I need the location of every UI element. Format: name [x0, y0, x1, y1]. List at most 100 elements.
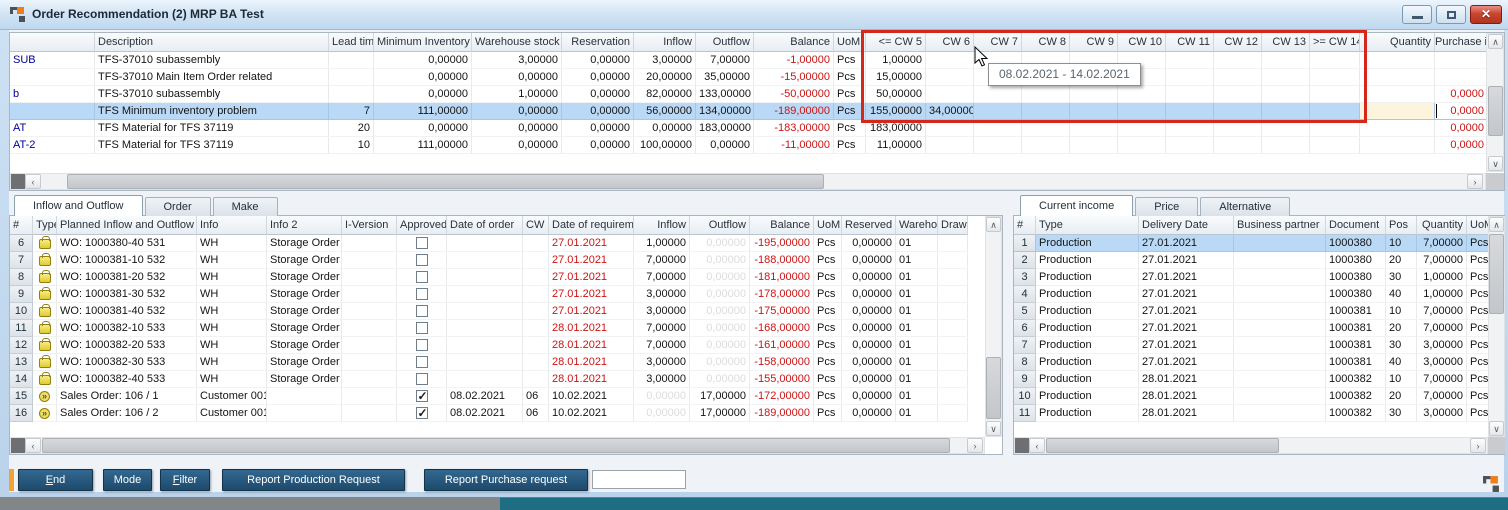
scroll-right-icon[interactable]: ›: [967, 438, 983, 453]
bl-header-balance[interactable]: Balance: [750, 216, 814, 235]
br-cell-quantity[interactable]: 7,00000: [1417, 235, 1467, 252]
bl-cell-info2[interactable]: [267, 388, 342, 405]
scroll-left-icon[interactable]: ‹: [25, 438, 41, 453]
br-cell-type[interactable]: Production: [1036, 269, 1139, 286]
bl-cell-row-number[interactable]: 9: [10, 286, 33, 303]
br-cell-delivery-date[interactable]: 27.01.2021: [1139, 354, 1234, 371]
bl-cell-balance[interactable]: -181,00000: [750, 269, 814, 286]
tt-cell-lead-time[interactable]: [329, 69, 374, 86]
br-cell-row-number[interactable]: 7: [1014, 337, 1036, 354]
bl-cell-type-icon[interactable]: [33, 405, 57, 422]
bl-cell-warehouse[interactable]: 01: [896, 235, 938, 252]
br-cell-document[interactable]: 1000381: [1326, 337, 1386, 354]
br-cell-document[interactable]: 1000380: [1326, 235, 1386, 252]
bl-header-approved[interactable]: Approved: [397, 216, 447, 235]
bl-cell-reserved[interactable]: 0,00000: [842, 320, 896, 337]
approved-checkbox[interactable]: [416, 271, 428, 283]
bl-cell-reserved[interactable]: 0,00000: [842, 252, 896, 269]
bl-cell-date-of-requirement[interactable]: 27.01.2021: [549, 286, 634, 303]
tt-cell-quantity[interactable]: [1360, 69, 1435, 86]
bl-cell-drawing[interactable]: [938, 286, 968, 303]
tt-header-outflow[interactable]: Outflow: [696, 33, 754, 52]
bl-cell-info[interactable]: WH: [197, 286, 267, 303]
bl-cell-info[interactable]: WH: [197, 354, 267, 371]
approved-checkbox[interactable]: [416, 305, 428, 317]
br-cell-pos[interactable]: 10: [1386, 235, 1417, 252]
tt-cell-quantity[interactable]: [1360, 137, 1435, 154]
bl-header-date-of-requirement[interactable]: Date of requirement: [549, 216, 634, 235]
bl-header-info2[interactable]: Info 2: [267, 216, 342, 235]
bl-cell-date-of-order[interactable]: [447, 354, 523, 371]
bl-cell-date-of-requirement[interactable]: 28.01.2021: [549, 337, 634, 354]
br-row-8[interactable]: 9Production28.01.20211000382107,00000Pcs: [1014, 371, 1489, 388]
br-cell-delivery-date[interactable]: 27.01.2021: [1139, 235, 1234, 252]
bl-cell-date-of-order[interactable]: [447, 286, 523, 303]
bl-cell-info2[interactable]: [267, 405, 342, 422]
bl-cell-i-version[interactable]: [342, 286, 397, 303]
br-cell-uom[interactable]: Pcs: [1467, 388, 1489, 405]
br-cell-business-partner[interactable]: [1234, 252, 1326, 269]
tt-cell-item-code[interactable]: AT-2: [10, 137, 95, 154]
bl-header-cw[interactable]: CW: [523, 216, 549, 235]
br-cell-uom[interactable]: Pcs: [1467, 286, 1489, 303]
bl-cell-planned-inflow-outflow[interactable]: WO: 1000382-40 533: [57, 371, 197, 388]
tt-cell-cw13[interactable]: [1262, 137, 1310, 154]
bl-cell-row-number[interactable]: 6: [10, 235, 33, 252]
bl-cell-inflow[interactable]: 3,00000: [634, 286, 690, 303]
tt-cell-minimum-inventory[interactable]: 111,00000: [374, 103, 472, 120]
bl-cell-type-icon[interactable]: [33, 388, 57, 405]
bl-cell-drawing[interactable]: [938, 320, 968, 337]
br-header-business-partner[interactable]: Business partner: [1234, 216, 1326, 235]
tt-cell-cw6[interactable]: [926, 137, 974, 154]
tt-cell-lead-time[interactable]: 10: [329, 137, 374, 154]
bl-cell-info2[interactable]: Storage Order: [267, 286, 342, 303]
bl-cell-planned-inflow-outflow[interactable]: Sales Order: 106 / 1: [57, 388, 197, 405]
bl-cell-warehouse[interactable]: 01: [896, 286, 938, 303]
tt-cell-item-code[interactable]: b: [10, 86, 95, 103]
bl-cell-type-icon[interactable]: [33, 252, 57, 269]
tt-header-balance[interactable]: Balance: [754, 33, 834, 52]
tt-header-description[interactable]: Description: [95, 33, 329, 52]
bl-cell-outflow[interactable]: 17,00000: [690, 405, 750, 422]
bl-row-5[interactable]: 11WO: 1000382-10 533WHStorage Order28.01…: [10, 320, 968, 337]
br-cell-quantity[interactable]: 3,00000: [1417, 337, 1467, 354]
bl-cell-i-version[interactable]: [342, 388, 397, 405]
bl-cell-drawing[interactable]: [938, 337, 968, 354]
tt-cell-purchase-item[interactable]: [1435, 52, 1487, 69]
br-cell-business-partner[interactable]: [1234, 286, 1326, 303]
br-cell-row-number[interactable]: 1: [1014, 235, 1036, 252]
bl-header-row-number[interactable]: #: [10, 216, 33, 235]
bl-cell-info2[interactable]: Storage Order: [267, 337, 342, 354]
bl-cell-uom[interactable]: Pcs: [814, 371, 842, 388]
tt-cell-warehouse-stock[interactable]: 1,00000: [472, 86, 562, 103]
br-cell-row-number[interactable]: 10: [1014, 388, 1036, 405]
tt-cell-reservation[interactable]: 0,00000: [562, 86, 634, 103]
bl-cell-inflow[interactable]: 7,00000: [634, 320, 690, 337]
br-cell-uom[interactable]: Pcs: [1467, 354, 1489, 371]
bl-header-info[interactable]: Info: [197, 216, 267, 235]
bl-cell-uom[interactable]: Pcs: [814, 405, 842, 422]
bl-cell-type-icon[interactable]: [33, 286, 57, 303]
bl-cell-balance[interactable]: -195,00000: [750, 235, 814, 252]
scroll-right-icon[interactable]: ›: [1467, 174, 1483, 189]
scroll-up-icon[interactable]: ∧: [986, 217, 1001, 232]
tt-cell-reservation[interactable]: 0,00000: [562, 52, 634, 69]
tt-cell-warehouse-stock[interactable]: 3,00000: [472, 52, 562, 69]
bl-cell-uom[interactable]: Pcs: [814, 303, 842, 320]
bl-cell-approved[interactable]: [397, 388, 447, 405]
tt-cell-cw8[interactable]: [1022, 137, 1070, 154]
tt-cell-balance[interactable]: -183,00000: [754, 120, 834, 137]
bl-cell-approved[interactable]: [397, 286, 447, 303]
bl-cell-inflow[interactable]: 3,00000: [634, 371, 690, 388]
tt-header-quantity[interactable]: Quantity: [1360, 33, 1435, 52]
br-row-6[interactable]: 7Production27.01.20211000381303,00000Pcs: [1014, 337, 1489, 354]
scroll-left-icon[interactable]: ‹: [1029, 438, 1045, 453]
scroll-thumb[interactable]: [1489, 234, 1504, 314]
scrollbar-split-handle[interactable]: [11, 174, 25, 189]
tt-cell-lead-time[interactable]: [329, 86, 374, 103]
br-cell-delivery-date[interactable]: 27.01.2021: [1139, 286, 1234, 303]
bl-cell-info[interactable]: Customer 001: [197, 405, 267, 422]
bl-cell-reserved[interactable]: 0,00000: [842, 354, 896, 371]
bl-header-i-version[interactable]: I-Version: [342, 216, 397, 235]
bl-cell-date-of-requirement[interactable]: 27.01.2021: [549, 252, 634, 269]
